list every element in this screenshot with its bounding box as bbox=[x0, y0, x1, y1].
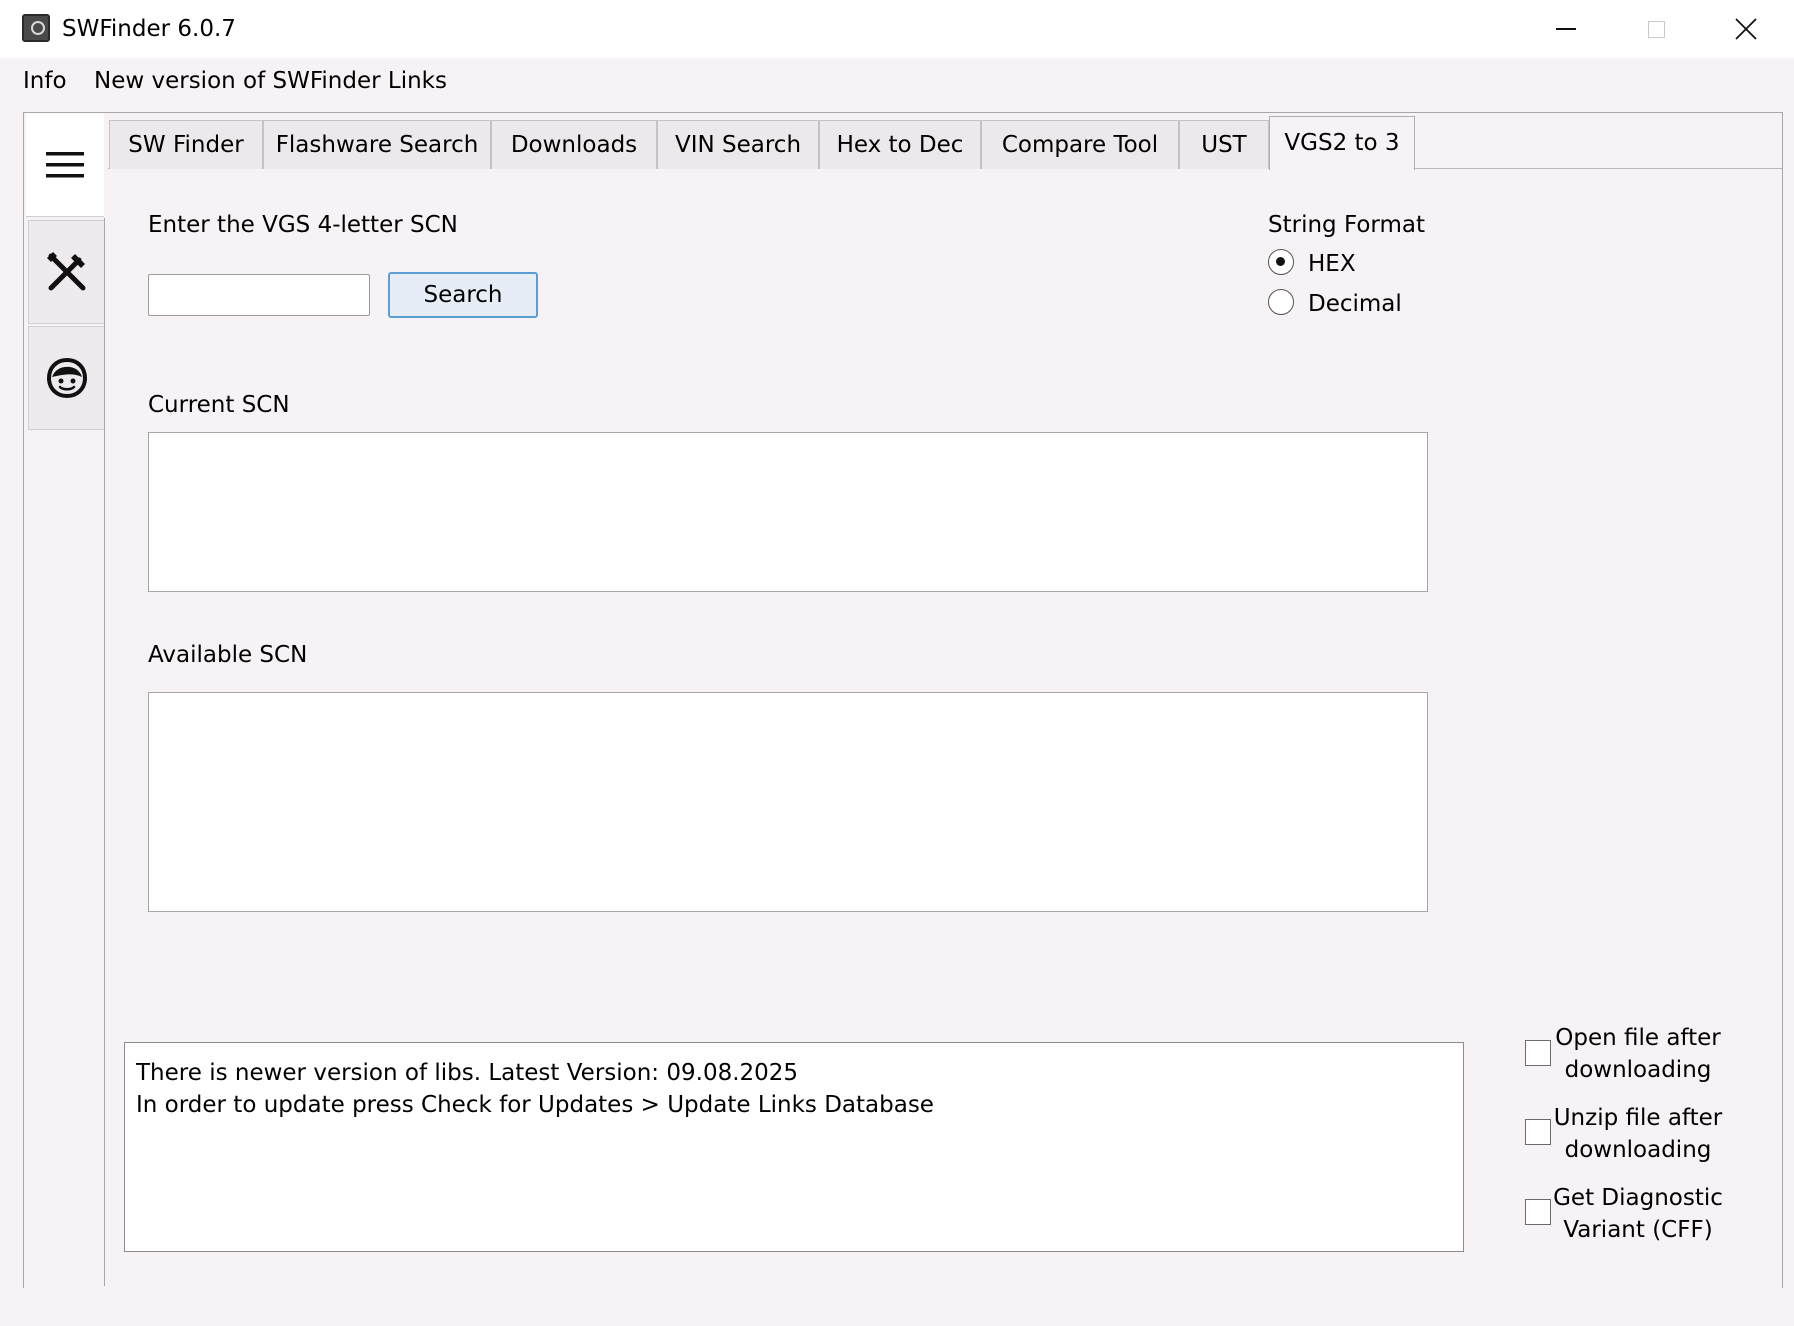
scn-label: Enter the VGS 4-letter SCN bbox=[148, 212, 458, 238]
menu-item-info[interactable]: Info bbox=[23, 66, 67, 96]
scn-input[interactable] bbox=[148, 274, 370, 316]
app-icon bbox=[22, 14, 50, 42]
option-label-line: downloading bbox=[1564, 1057, 1712, 1083]
open-file-after-downloading-label[interactable]: Open file after downloading bbox=[1548, 1022, 1728, 1086]
search-button[interactable]: Search bbox=[388, 272, 538, 318]
tab-ust[interactable]: UST bbox=[1179, 120, 1269, 169]
tab-hex-to-dec[interactable]: Hex to Dec bbox=[819, 120, 981, 169]
option-label-line: downloading bbox=[1564, 1137, 1712, 1163]
support-face-icon bbox=[46, 357, 87, 399]
available-scn-textbox[interactable] bbox=[148, 692, 1428, 912]
option-label-line: Get Diagnostic bbox=[1553, 1185, 1723, 1211]
tab-vgs2-to-3[interactable]: VGS2 to 3 bbox=[1269, 116, 1415, 170]
option-label-line: Unzip file after bbox=[1553, 1105, 1723, 1131]
log-line: In order to update press Check for Updat… bbox=[136, 1092, 934, 1118]
sidebar-tools-button[interactable] bbox=[28, 220, 104, 324]
maximize-icon bbox=[1647, 20, 1665, 38]
sidebar-menu-button[interactable] bbox=[26, 113, 104, 217]
tab-sw-finder[interactable]: SW Finder bbox=[109, 120, 263, 169]
minimize-button[interactable] bbox=[1522, 0, 1610, 58]
tab-flashware-search[interactable]: Flashware Search bbox=[263, 120, 491, 169]
tab-compare-tool[interactable]: Compare Tool bbox=[981, 120, 1179, 169]
option-label-line: Open file after bbox=[1555, 1025, 1721, 1051]
sidebar-divider bbox=[104, 218, 105, 1286]
log-line: There is newer version of libs. Latest V… bbox=[136, 1060, 799, 1086]
get-diagnostic-variant-label[interactable]: Get Diagnostic Variant (CFF) bbox=[1548, 1182, 1728, 1246]
decimal-radio-label[interactable]: Decimal bbox=[1308, 289, 1402, 319]
available-scn-label: Available SCN bbox=[148, 642, 308, 668]
hex-radio[interactable] bbox=[1268, 249, 1294, 275]
menu-item-new-version-links[interactable]: New version of SWFinder Links bbox=[94, 66, 447, 96]
current-scn-label: Current SCN bbox=[148, 392, 290, 418]
string-format-label: String Format bbox=[1268, 212, 1426, 238]
close-button[interactable] bbox=[1702, 0, 1790, 58]
maximize-button[interactable] bbox=[1612, 0, 1700, 58]
current-scn-textbox[interactable] bbox=[148, 432, 1428, 592]
hex-radio-label[interactable]: HEX bbox=[1308, 249, 1356, 279]
unzip-file-after-downloading-label[interactable]: Unzip file after downloading bbox=[1548, 1102, 1728, 1166]
tab-vin-search[interactable]: VIN Search bbox=[657, 120, 819, 169]
hamburger-menu-icon bbox=[46, 151, 84, 177]
close-icon bbox=[1735, 18, 1757, 40]
window-title: SWFinder 6.0.7 bbox=[62, 16, 236, 42]
sidebar-support-button[interactable] bbox=[28, 326, 104, 430]
option-label-line: Variant (CFF) bbox=[1563, 1217, 1713, 1243]
tools-icon bbox=[46, 252, 85, 291]
tab-downloads[interactable]: Downloads bbox=[491, 120, 657, 169]
minimize-icon bbox=[1556, 28, 1576, 30]
log-textbox[interactable]: There is newer version of libs. Latest V… bbox=[124, 1042, 1464, 1252]
decimal-radio[interactable] bbox=[1268, 289, 1294, 315]
